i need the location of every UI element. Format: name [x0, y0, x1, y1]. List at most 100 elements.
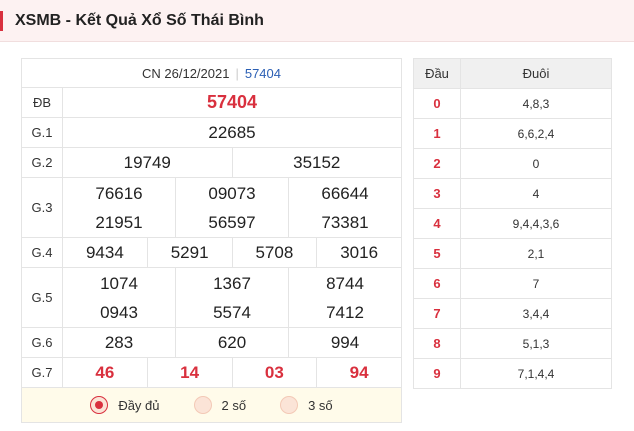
option-label: Đầy đủ [118, 397, 160, 413]
header-accent-bar [0, 10, 3, 31]
loto-table: Đầu Đuôi 0 4,8,3 1 6,6,2,4 20 34 4 9,4,4,3,… [413, 58, 612, 389]
prize-value: 21951 [95, 212, 143, 232]
prize-label: G.3 [21, 177, 63, 238]
results-header: CN 26/12/2021 | 57404 [21, 58, 402, 88]
prize-value: 46 [62, 357, 148, 388]
dau-cell: 7 [413, 298, 461, 329]
dau-cell: 6 [413, 268, 461, 299]
table-row: 9 7,1,4,4 [413, 358, 612, 389]
prize-label: ĐB [21, 87, 63, 118]
prize-value-cell: 1367 5574 [175, 267, 289, 328]
option-label: 3 số [308, 397, 333, 413]
table-row: 0 4,8,3 [413, 88, 612, 119]
prize-row-g7: G.7 46 14 03 94 [21, 357, 402, 388]
dau-cell: 1 [413, 118, 461, 149]
prize-label: G.1 [21, 117, 63, 148]
table-row: 1 6,6,2,4 [413, 118, 612, 149]
prize-value: 66644 [321, 183, 369, 203]
duoi-cell: 6,6,2,4 [460, 118, 612, 149]
prize-row-g3: G.3 76616 21951 09073 56597 66644 73381 [21, 177, 402, 238]
table-row: 8 5,1,3 [413, 328, 612, 359]
duoi-cell: 4 [460, 178, 612, 209]
duoi-cell: 9,4,4,3,6 [460, 208, 612, 239]
dau-cell: 8 [413, 328, 461, 359]
loto-header-row: Đầu Đuôi [413, 58, 612, 89]
option-label: 2 số [221, 397, 247, 413]
option-3-digits[interactable]: 3 số [280, 396, 333, 414]
prize-value: 1367 [213, 273, 251, 293]
dau-cell: 5 [413, 238, 461, 269]
prize-value: 1074 [100, 273, 138, 293]
table-row: 67 [413, 268, 612, 299]
prize-row-g6: G.6 283 620 994 [21, 327, 402, 358]
prize-value: 994 [288, 327, 402, 358]
page-header: XSMB - Kết Quả Xổ Số Thái Bình [0, 0, 634, 42]
prize-value: 620 [175, 327, 289, 358]
prize-value: 73381 [321, 212, 369, 232]
dau-cell: 4 [413, 208, 461, 239]
prize-label: G.4 [21, 237, 63, 268]
prize-value: 22685 [62, 117, 402, 148]
prize-row-g4: G.4 9434 5291 5708 3016 [21, 237, 402, 268]
option-full[interactable]: Đầy đủ [90, 396, 160, 414]
table-row: 4 9,4,4,3,6 [413, 208, 612, 239]
prize-label: G.5 [21, 267, 63, 328]
dau-cell: 9 [413, 358, 461, 389]
dau-cell: 2 [413, 148, 461, 179]
prize-row-g2: G.2 19749 35152 [21, 147, 402, 178]
prize-value-cell: 09073 56597 [175, 177, 289, 238]
radio-icon[interactable] [280, 396, 299, 414]
prize-value: 76616 [95, 183, 143, 203]
prize-value-cell: 66644 73381 [288, 177, 402, 238]
option-2-digits[interactable]: 2 số [193, 396, 247, 414]
prize-value-cell: 1074 0943 [62, 267, 176, 328]
prize-value-cell: 76616 21951 [62, 177, 176, 238]
special-prize-value: 57404 [62, 87, 402, 118]
prize-value: 19749 [62, 147, 233, 178]
table-row: 7 3,4,4 [413, 298, 612, 329]
prize-value: 9434 [62, 237, 148, 268]
dau-cell: 0 [413, 88, 461, 119]
duoi-cell: 5,1,3 [460, 328, 612, 359]
page-title: XSMB - Kết Quả Xổ Số Thái Bình [15, 11, 264, 29]
prize-value: 94 [316, 357, 402, 388]
table-row: 34 [413, 178, 612, 209]
column-header-dau: Đầu [413, 58, 461, 89]
prize-value: 8744 [326, 273, 364, 293]
duoi-cell: 3,4,4 [460, 298, 612, 329]
duoi-cell: 4,8,3 [460, 88, 612, 119]
dau-cell: 3 [413, 178, 461, 209]
draw-date: CN 26/12/2021 [142, 65, 230, 81]
prize-row-db: ĐB 57404 [21, 87, 402, 118]
prize-value: 5291 [146, 237, 233, 268]
prize-value: 35152 [231, 147, 402, 178]
radio-selected-icon[interactable] [90, 396, 109, 414]
prize-value: 0943 [100, 302, 138, 322]
prize-label: G.6 [21, 327, 63, 358]
prize-value-cell: 8744 7412 [288, 267, 402, 328]
table-row: 20 [413, 148, 612, 179]
duoi-cell: 0 [460, 148, 612, 179]
prize-label: G.2 [21, 147, 63, 178]
prize-value: 5708 [231, 237, 318, 268]
prize-row-g5: G.5 1074 0943 1367 5574 8744 7412 [21, 267, 402, 328]
duoi-cell: 7,1,4,4 [460, 358, 612, 389]
prize-value: 5574 [213, 302, 251, 322]
column-header-duoi: Đuôi [460, 58, 612, 89]
prize-label: G.7 [21, 357, 63, 388]
duoi-cell: 7 [460, 268, 612, 299]
duoi-cell: 2,1 [460, 238, 612, 269]
radio-icon[interactable] [193, 396, 212, 414]
prize-row-g1: G.1 22685 [21, 117, 402, 148]
prize-value: 03 [231, 357, 318, 388]
prize-value: 56597 [208, 212, 256, 232]
prize-value: 283 [62, 327, 176, 358]
table-row: 5 2,1 [413, 238, 612, 269]
prize-value: 7412 [326, 302, 364, 322]
draw-code-link[interactable]: 57404 [245, 66, 281, 81]
results-header-row: CN 26/12/2021 | 57404 [21, 58, 402, 88]
prize-value: 3016 [316, 237, 402, 268]
results-table: CN 26/12/2021 | 57404 ĐB 57404 G.1 22685 G… [21, 58, 402, 388]
display-options: Đầy đủ 2 số 3 số [21, 388, 402, 423]
prize-value: 14 [146, 357, 233, 388]
